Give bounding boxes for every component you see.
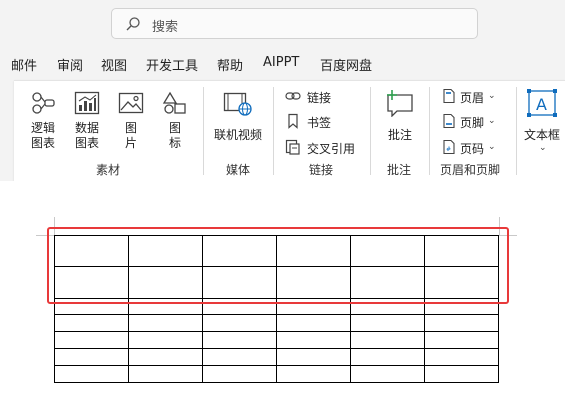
group-separator [273,87,274,175]
chevron-down-icon: ⌄ [488,116,496,126]
table-row [54,331,499,349]
tab-aippt[interactable]: AIPPT [263,55,299,70]
svg-text:A: A [536,95,547,114]
ribbon-panel: 逻辑 图表 数据 图表 图 片 图 标 素材 联机视频 媒体 链接 书签 交叉引… [14,80,565,181]
text-box-button[interactable]: A 文本框 ⌄ [522,89,562,153]
table-row [54,298,499,315]
group-separator [516,87,517,175]
bookmark-icon [288,113,298,129]
margin-guide [36,235,54,236]
tab-baidu-netdisk[interactable]: 百度网盘 [320,55,372,74]
group-separator [429,87,430,175]
bookmark-label: 书签 [307,116,332,130]
chevron-down-icon: ⌄ [488,91,496,101]
data-chart-label-1: 数据 [74,121,99,135]
picture-icon [118,92,144,114]
page-number-label: 页码 [460,142,485,156]
search-placeholder: 搜索 [152,20,179,35]
logic-chart-button[interactable]: 逻辑 图表 [28,89,58,153]
link-button[interactable]: 链接 [285,88,345,106]
online-video-icon [223,92,252,116]
bookmark-button[interactable]: 书签 [285,113,345,131]
header-button[interactable]: 页眉 ⌄ [442,88,502,106]
tab-view[interactable]: 视图 [101,55,127,74]
footer-label: 页脚 [460,116,485,130]
tab-mail[interactable]: 邮件 [11,55,37,74]
group-label-links: 链接 [309,163,334,177]
logic-chart-label-2: 图表 [30,136,55,150]
search-box[interactable]: 搜索 [111,8,478,39]
online-video-button[interactable]: 联机视频 [211,89,265,153]
chevron-down-icon: ⌄ [539,143,547,153]
group-separator [370,87,371,175]
margin-guide [499,235,517,236]
footer-icon [443,113,455,129]
document-area[interactable] [0,181,565,412]
data-chart-label-2: 图表 [74,136,99,150]
data-chart-button[interactable]: 数据 图表 [72,89,102,153]
footer-button[interactable]: 页脚 ⌄ [442,113,502,131]
page-number-icon: # [443,139,455,155]
logic-chart-icon [32,92,55,114]
margin-guide [499,217,500,235]
table-row [54,314,499,332]
text-box-icon: A [527,89,557,117]
cross-reference-button[interactable]: 交叉引用 [285,139,357,157]
tab-help[interactable]: 帮助 [217,55,243,74]
data-chart-icon [74,91,100,115]
link-label: 链接 [307,91,332,105]
picture-label-2: 片 [124,136,137,150]
shapes-icon [162,91,186,114]
comment-button[interactable]: 批注 [380,89,420,153]
table-row [54,235,499,267]
icons-button[interactable]: 图 标 [160,89,190,153]
chevron-down-icon: ⌄ [488,142,496,152]
tab-developer[interactable]: 开发工具 [146,55,198,74]
header-label: 页眉 [460,91,485,105]
table-row [54,266,499,299]
picture-button[interactable]: 图 片 [116,89,146,153]
search-icon [126,17,140,31]
icons-label-1: 图 [168,121,181,135]
cross-reference-icon [285,139,300,155]
menu-bar: 邮件 审阅 视图 开发工具 帮助 AIPPT 百度网盘 [0,46,565,80]
svg-text:#: # [446,146,451,153]
table-row [54,365,499,383]
document-table[interactable] [54,235,499,383]
ribbon: 逻辑 图表 数据 图表 图 片 图 标 素材 联机视频 媒体 链接 书签 交叉引… [0,80,565,181]
online-video-label: 联机视频 [213,128,262,142]
title-bar: 搜索 [0,0,565,46]
table-row [54,348,499,366]
group-label-media: 媒体 [226,163,251,177]
cross-reference-label: 交叉引用 [307,142,356,156]
comment-icon [387,90,413,117]
tab-review[interactable]: 审阅 [57,55,83,74]
group-separator [203,87,204,175]
header-icon [443,88,455,104]
margin-guide [54,217,55,235]
link-icon [285,92,301,100]
picture-label-1: 图 [124,121,137,135]
comment-label: 批注 [387,128,412,142]
page-number-button[interactable]: # 页码 ⌄ [442,139,502,157]
group-label-header-footer: 页眉和页脚 [440,163,501,177]
icons-label-2: 标 [168,136,181,150]
group-label-materials: 素材 [96,163,121,177]
logic-chart-label-1: 逻辑 [30,121,55,135]
group-label-comments: 批注 [387,163,412,177]
